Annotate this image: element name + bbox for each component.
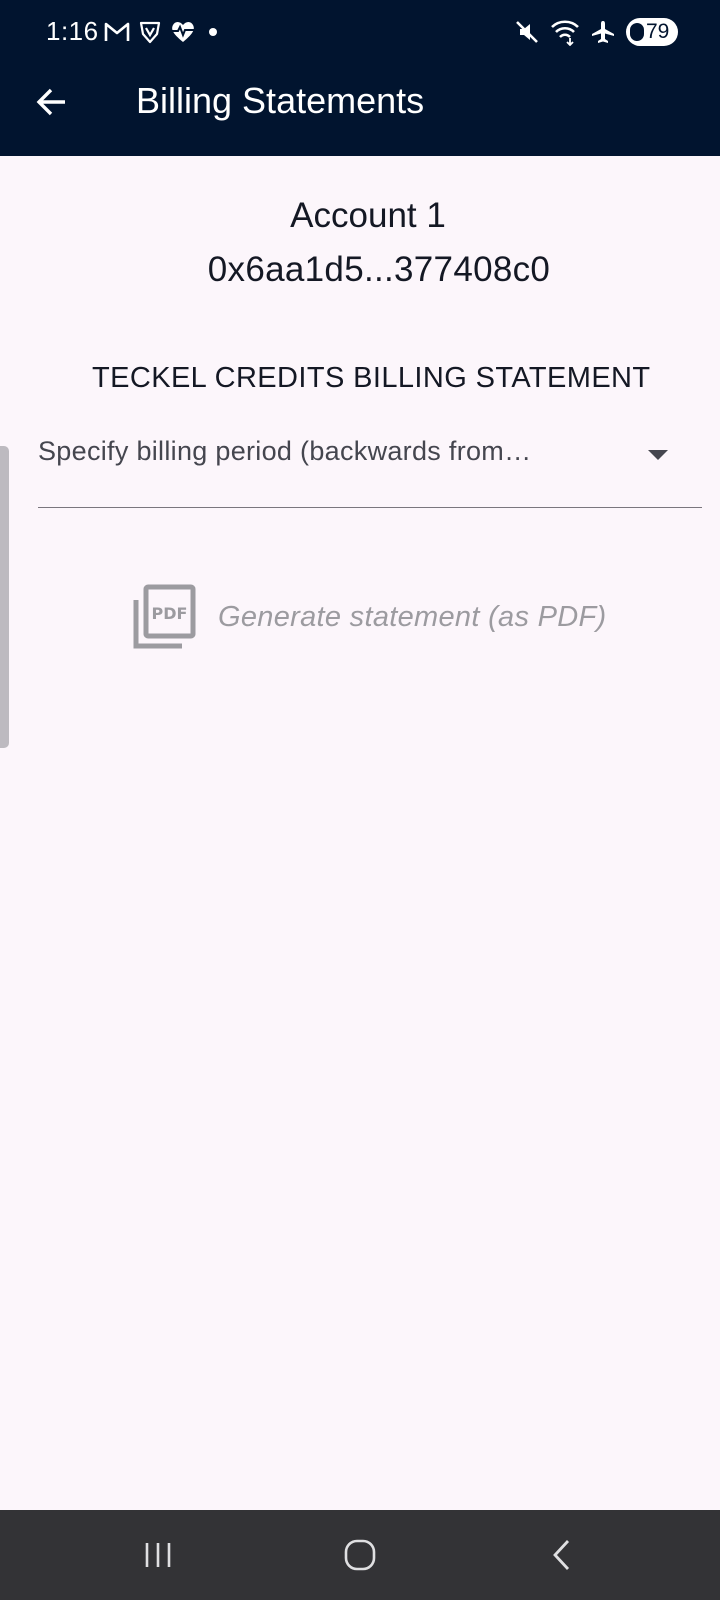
account-name: Account 1: [290, 196, 446, 235]
status-time: 1:16: [46, 16, 99, 46]
recent-apps-button[interactable]: [128, 1532, 188, 1578]
battery-icon: [630, 23, 644, 41]
system-back-button[interactable]: [532, 1532, 592, 1578]
svg-text:PDF: PDF: [152, 604, 188, 623]
status-right-icons: 79: [514, 16, 678, 48]
navigation-bar: [0, 1510, 720, 1600]
app-bar: Billing Statements: [0, 64, 720, 156]
home-button[interactable]: [330, 1532, 390, 1578]
side-edge-handle[interactable]: [0, 446, 9, 748]
dot-icon: [204, 23, 222, 41]
arrow-back-icon: [36, 88, 65, 116]
dropdown-arrow-icon: [648, 450, 668, 460]
account-address: 0x6aa1d5...377408c0: [207, 250, 551, 289]
status-bar: 1:16 79: [0, 0, 720, 64]
billing-period-dropdown[interactable]: Specify billing period (backwards from…: [38, 420, 702, 508]
shield-v-icon: [138, 20, 162, 44]
top-area: 1:16 79 Billing Statements: [0, 0, 720, 156]
picture-as-pdf-icon: PDF: [133, 584, 196, 649]
billing-period-placeholder: Specify billing period (backwards from…: [38, 436, 532, 466]
statement-section-title: TECKEL CREDITS BILLING STATEMENT: [92, 362, 651, 394]
recent-apps-icon: [145, 1543, 171, 1567]
gmail-icon: [104, 21, 130, 43]
wifi-icon: [550, 18, 580, 46]
back-icon: [553, 1540, 570, 1570]
page-title: Billing Statements: [136, 80, 425, 121]
generate-statement-label: Generate statement (as PDF): [218, 600, 607, 633]
mute-icon: [514, 19, 540, 45]
battery-level: 79: [646, 20, 670, 43]
home-icon: [344, 1539, 376, 1571]
battery-indicator: 79: [626, 18, 678, 46]
heart-pulse-icon: [170, 20, 196, 44]
status-left-icons: [104, 18, 222, 46]
back-button[interactable]: [28, 78, 76, 126]
generate-statement-button[interactable]: PDF Generate statement (as PDF): [132, 584, 632, 650]
airplane-icon: [590, 19, 616, 45]
